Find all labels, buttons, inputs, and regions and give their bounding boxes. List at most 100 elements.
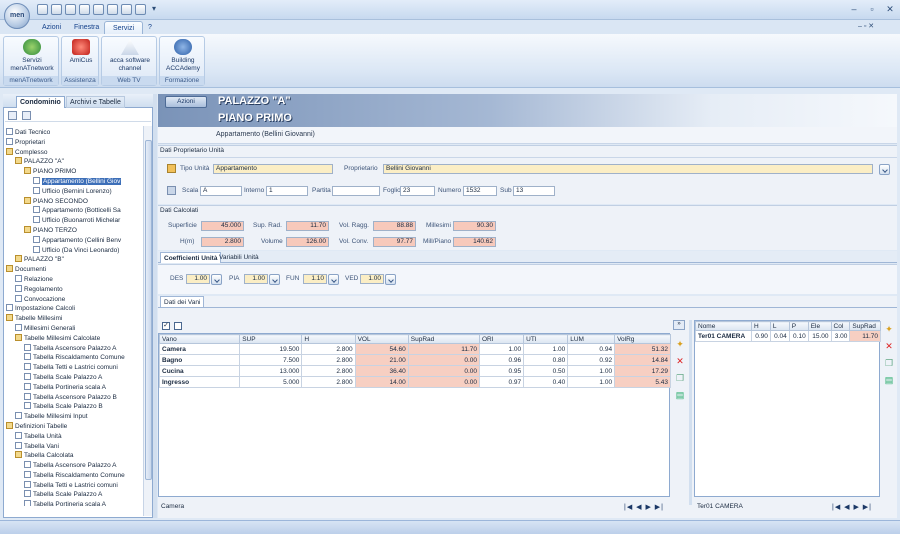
add-radiator-icon[interactable]: ✦ (884, 324, 894, 334)
tree-item[interactable]: PALAZZO "B" (6, 255, 144, 265)
table-cell[interactable]: 11.70 (407, 343, 481, 355)
tree-item[interactable]: Tabella Portineria scala A (6, 382, 144, 393)
column-header[interactable]: SupRad (407, 334, 481, 344)
tree-item[interactable]: Tabelle Millesimi Input (6, 412, 144, 422)
tree-item[interactable]: Tabella Unità (6, 431, 144, 442)
tree-item[interactable]: PIANO SECONDO (6, 196, 144, 207)
table-cell[interactable]: 0.95 (478, 365, 525, 377)
grid-splitter[interactable] (689, 320, 692, 505)
building-accademy-button[interactable]: Building ACCAdemy (162, 39, 204, 73)
table-cell[interactable]: 13.000 (239, 365, 303, 377)
expand-panel-icon[interactable]: » (673, 320, 685, 330)
table-cell[interactable]: 15.00 (807, 330, 832, 342)
tree-item[interactable]: Appartamento (Cellini Benv (6, 235, 144, 246)
table-row[interactable]: Ter01 CAMERA 0.90 0.04 0.10 15.00 3.00 11.70 (695, 330, 881, 342)
coeff-pia-field[interactable]: 1.00 (244, 274, 268, 284)
tree-item[interactable]: Tabella Tetti e Lastrici comuni (6, 480, 144, 491)
table-cell[interactable]: 0.04 (769, 330, 790, 342)
tree-item[interactable]: PIANO TERZO (6, 225, 144, 236)
tab-help[interactable]: ? (140, 21, 160, 34)
table-cell[interactable]: 2.800 (301, 365, 356, 377)
tree-item[interactable]: Impostazione Calcoli (6, 304, 144, 314)
column-header[interactable]: SUP (239, 334, 303, 344)
collapse-all-icon[interactable] (22, 111, 31, 120)
radiators-record-navigator[interactable]: |◀ ◀ ▶ ▶| (832, 503, 872, 511)
open-icon[interactable] (51, 4, 62, 15)
table-cell[interactable]: Ter01 CAMERA (695, 330, 752, 342)
tipo-unita-field[interactable]: Appartamento (213, 164, 333, 174)
tree-item[interactable]: Proprietari (6, 137, 144, 148)
table-cell[interactable]: 2.800 (301, 354, 356, 366)
table-cell[interactable]: 14.84 (614, 354, 671, 366)
azioni-button[interactable]: Azioni (165, 96, 207, 108)
export-excel-icon[interactable]: ▤ (675, 390, 685, 400)
close-icon[interactable]: ✕ (884, 4, 896, 15)
checkbox-icon[interactable]: ✓ (162, 322, 170, 330)
table-cell[interactable]: 1.00 (567, 376, 616, 388)
table-cell[interactable]: 1.00 (567, 365, 616, 377)
column-header[interactable]: Ele (807, 321, 832, 331)
table-cell[interactable]: 0.97 (478, 376, 525, 388)
add-row-icon[interactable]: ✦ (675, 339, 685, 349)
tab-archivi-tabelle[interactable]: Archivi e Tabelle (66, 96, 125, 108)
coeff-fun-picker-icon[interactable] (328, 274, 339, 285)
folder-icon[interactable] (93, 4, 104, 15)
tree-item[interactable]: Tabella Calcolata (6, 451, 144, 461)
numero-field[interactable]: 1532 (463, 186, 497, 196)
partita-field[interactable] (332, 186, 380, 196)
column-header[interactable]: Col (830, 321, 851, 331)
table-cell[interactable]: 5.000 (239, 376, 303, 388)
coeff-des-picker-icon[interactable] (211, 274, 222, 285)
table-row[interactable]: Cucina 13.000 2.800 36.40 0.00 0.95 0.50 1.00 17… (158, 365, 671, 377)
table-cell[interactable]: 21.00 (354, 354, 409, 366)
coeff-pia-picker-icon[interactable] (269, 274, 280, 285)
restore-icon[interactable]: ▫ (866, 4, 878, 15)
table-cell[interactable]: 0.00 (407, 365, 481, 377)
ribbon-window-controls[interactable]: – ▫ ✕ (858, 22, 874, 30)
proprietario-picker-icon[interactable] (879, 164, 890, 175)
delete-row-icon[interactable]: ✕ (675, 356, 685, 366)
tree-item[interactable]: Tabella Ascensore Palazzo A (6, 461, 144, 471)
table-cell[interactable]: 14.00 (354, 376, 409, 388)
table-cell[interactable]: 0.94 (567, 343, 616, 355)
table-cell[interactable]: 36.40 (354, 365, 409, 377)
column-header[interactable]: UTI (523, 334, 569, 344)
rooms-record-navigator[interactable]: |◀ ◀ ▶ ▶| (624, 503, 664, 511)
column-header[interactable]: LUM (567, 334, 616, 344)
copy-row-icon[interactable]: ❐ (675, 373, 685, 383)
tree-item[interactable]: Regolamento (6, 284, 144, 295)
tree-item[interactable]: Tabelle Millesimi (6, 314, 144, 324)
coeff-fun-field[interactable]: 1.10 (303, 274, 327, 284)
table-cell[interactable]: 0.10 (788, 330, 809, 342)
minimize-icon[interactable]: – (848, 4, 860, 15)
tree-item[interactable]: Tabella Scale Palazzo A (6, 490, 144, 500)
tab-dati-vani[interactable]: Dati dei Vani (160, 296, 205, 307)
coeff-ved-picker-icon[interactable] (385, 274, 396, 285)
export-icon[interactable] (121, 4, 132, 15)
table-cell[interactable]: 0.96 (478, 354, 525, 366)
sub-field[interactable]: 13 (513, 186, 555, 196)
table-cell[interactable]: 54.60 (354, 343, 409, 355)
coeff-ved-field[interactable]: 1.00 (360, 274, 384, 284)
print-icon[interactable] (135, 4, 146, 15)
tree-item[interactable]: Tabella Riscaldamento Comune (6, 470, 144, 481)
table-cell[interactable]: Bagno (158, 354, 241, 366)
table-cell[interactable]: 0.50 (523, 365, 569, 377)
tree-item[interactable]: Ufficio (Buonarroti Michelar (6, 216, 144, 226)
column-header[interactable]: H (750, 321, 771, 331)
scroll-thumb[interactable] (145, 140, 152, 480)
table-cell[interactable]: 51.32 (614, 343, 671, 355)
tree-item[interactable]: Convocazione (6, 294, 144, 305)
column-header[interactable]: VOL (354, 334, 409, 344)
tree-item[interactable]: Complesso (6, 147, 144, 158)
tab-coefficienti-unita[interactable]: Coefficienti Unità (160, 252, 222, 263)
tab-finestra[interactable]: Finestra (66, 21, 107, 34)
table-cell[interactable]: 0.80 (523, 354, 569, 366)
tab-condominio[interactable]: Condominio (16, 96, 65, 108)
table-cell[interactable]: 2.800 (301, 343, 356, 355)
table-cell[interactable]: 7.500 (239, 354, 303, 366)
table-row[interactable]: Bagno 7.500 2.800 21.00 0.00 0.96 0.80 0.92 14.8… (158, 354, 671, 366)
save-icon[interactable] (65, 4, 76, 15)
tab-azioni[interactable]: Azioni (34, 21, 69, 34)
tree-item[interactable]: Ufficio (Bernini Lorenzo) (6, 186, 144, 197)
